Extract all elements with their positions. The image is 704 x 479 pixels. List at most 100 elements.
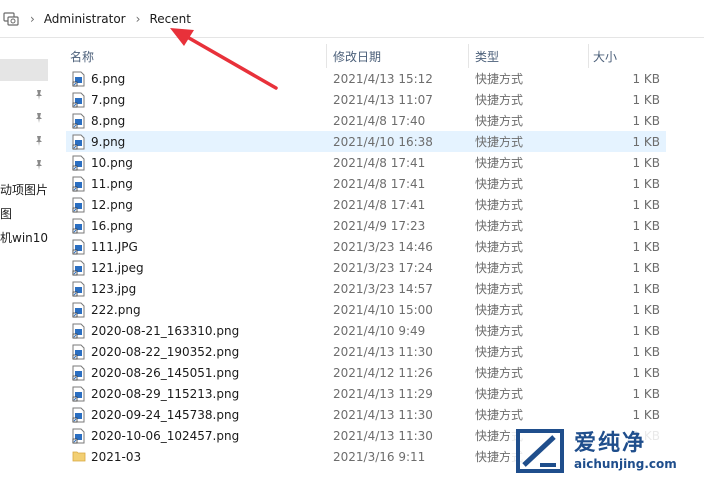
chevron-right-icon[interactable]: › [136, 12, 141, 26]
file-name-cell[interactable]: 12.png [66, 197, 326, 213]
file-row[interactable]: 2020-08-21_163310.png 2021/4/10 9:49 快捷方式 1… [66, 320, 666, 341]
column-header-type[interactable]: 类型 [468, 44, 588, 68]
watermark-brand: 爱纯净 [574, 430, 647, 456]
file-name-cell[interactable]: 111.JPG [66, 239, 326, 255]
file-type: 快捷方式 [475, 198, 524, 212]
file-type: 快捷方式 [475, 177, 524, 191]
file-date: 2021/4/13 15:12 [333, 71, 433, 86]
file-name-cell[interactable]: 8.png [66, 113, 326, 129]
file-name: 2021-03 [91, 449, 142, 464]
file-name: 2020-08-29_115213.png [91, 386, 240, 401]
shortcut-file-icon [72, 344, 85, 360]
file-name: 222.png [91, 302, 141, 317]
file-name: 8.png [91, 113, 126, 128]
file-type: 快捷方式 [475, 345, 524, 359]
file-row[interactable]: 111.JPG 2021/3/23 14:46 快捷方式 1 KB [66, 236, 666, 257]
file-name-cell[interactable]: 9.png [66, 134, 326, 150]
file-size: 1 KB [632, 302, 660, 317]
file-row[interactable]: 12.png 2021/4/8 17:41 快捷方式 1 KB [66, 194, 666, 215]
file-name-cell[interactable]: 2020-10-06_102457.png [66, 428, 326, 444]
file-row[interactable]: 11.png 2021/4/8 17:41 快捷方式 1 KB [66, 173, 666, 194]
file-date: 2021/4/13 11:29 [333, 386, 433, 401]
shortcut-file-icon [72, 176, 85, 192]
shortcut-file-icon [72, 239, 85, 255]
file-date: 2021/4/8 17:41 [333, 155, 426, 170]
file-type: 快捷方式 [475, 240, 524, 254]
column-header-date[interactable]: 修改日期 [326, 44, 468, 68]
file-row[interactable]: 2020-08-26_145051.png 2021/4/12 11:26 快捷方式… [66, 362, 666, 383]
file-row[interactable]: 16.png 2021/4/9 17:23 快捷方式 1 KB [66, 215, 666, 236]
file-type: 快捷方式 [475, 408, 524, 422]
file-row[interactable]: 9.png 2021/4/10 16:38 快捷方式 1 KB [66, 131, 666, 152]
shortcut-file-icon [72, 218, 85, 234]
file-size: 1 KB [632, 134, 660, 149]
file-name-cell[interactable]: 123.jpg [66, 281, 326, 297]
pin-icon[interactable] [33, 112, 45, 124]
file-type: 快捷方式 [475, 114, 524, 128]
column-header-row: 名称 修改日期 类型 大小 [66, 44, 666, 68]
pin-icon[interactable] [33, 89, 45, 101]
watermark-url: aichunjing.com [574, 456, 677, 471]
file-row[interactable]: 2020-08-22_190352.png 2021/4/13 11:30 快捷方式… [66, 341, 666, 362]
file-row[interactable]: 8.png 2021/4/8 17:40 快捷方式 1 KB [66, 110, 666, 131]
file-size: 1 KB [632, 155, 660, 170]
file-name-cell[interactable]: 2020-09-24_145738.png [66, 407, 326, 423]
file-row[interactable]: 6.png 2021/4/13 15:12 快捷方式 1 KB [66, 68, 666, 89]
pin-icon[interactable] [33, 159, 45, 171]
file-name: 2020-08-22_190352.png [91, 344, 240, 359]
column-header-size[interactable]: 大小 [588, 44, 666, 68]
shortcut-file-icon [72, 386, 85, 402]
file-type: 快捷方式 [475, 261, 524, 275]
file-name-cell[interactable]: 2020-08-26_145051.png [66, 365, 326, 381]
file-size: 1 KB [632, 386, 660, 401]
file-name: 10.png [91, 155, 133, 170]
file-name: 11.png [91, 176, 133, 191]
file-name-cell[interactable]: 121.jpeg [66, 260, 326, 276]
file-size: 1 KB [632, 71, 660, 86]
nav-item-label[interactable]: 启动项图片 [0, 181, 48, 198]
shortcut-file-icon [72, 155, 85, 171]
file-size: 1 KB [632, 218, 660, 233]
brand-logo-icon [516, 428, 564, 473]
file-type: 快捷方式 [475, 303, 524, 317]
nav-item-selected[interactable] [0, 59, 48, 81]
shortcut-file-icon [72, 428, 85, 444]
file-date: 2021/3/23 14:46 [333, 239, 433, 254]
file-name-cell[interactable]: 16.png [66, 218, 326, 234]
file-name: 2020-10-06_102457.png [91, 428, 240, 443]
chevron-right-icon[interactable]: › [30, 12, 35, 26]
file-date: 2021/4/12 11:26 [333, 365, 433, 380]
file-type: 快捷方式 [475, 156, 524, 170]
file-size: 1 KB [632, 197, 660, 212]
pin-icon[interactable] [33, 135, 45, 147]
address-bar[interactable]: › Administrator › Recent [0, 0, 704, 38]
shortcut-file-icon [72, 197, 85, 213]
file-date: 2021/4/8 17:41 [333, 197, 426, 212]
file-date: 2021/4/10 16:38 [333, 134, 433, 149]
file-row[interactable]: 222.png 2021/4/10 15:00 快捷方式 1 KB [66, 299, 666, 320]
file-name-cell[interactable]: 10.png [66, 155, 326, 171]
file-name-cell[interactable]: 2020-08-22_190352.png [66, 344, 326, 360]
file-rows: 6.png 2021/4/13 15:12 快捷方式 1 KB 7.png 2021/4/… [66, 68, 666, 467]
file-name: 7.png [91, 92, 126, 107]
file-row[interactable]: 121.jpeg 2021/3/23 17:24 快捷方式 1 KB [66, 257, 666, 278]
file-type: 快捷方式 [475, 219, 524, 233]
nav-item-label[interactable]: 截图 [0, 205, 12, 222]
file-name-cell[interactable]: 2020-08-21_163310.png [66, 323, 326, 339]
file-name: 2020-09-24_145738.png [91, 407, 240, 422]
file-type: 快捷方式 [475, 93, 524, 107]
shortcut-file-icon [72, 134, 85, 150]
file-row[interactable]: 2020-08-29_115213.png 2021/4/13 11:29 快捷方式… [66, 383, 666, 404]
file-row[interactable]: 7.png 2021/4/13 11:07 快捷方式 1 KB [66, 89, 666, 110]
file-name-cell[interactable]: 222.png [66, 302, 326, 318]
file-name-cell[interactable]: 2020-08-29_115213.png [66, 386, 326, 402]
annotation-arrow-icon [170, 28, 278, 90]
file-name-cell[interactable]: 2021-03 [66, 449, 326, 465]
navigation-pane: 启动项图片 截图 装机win10 夹 [0, 38, 50, 479]
nav-item-label[interactable]: 装机win10 [0, 229, 48, 246]
file-name-cell[interactable]: 11.png [66, 176, 326, 192]
file-row[interactable]: 10.png 2021/4/8 17:41 快捷方式 1 KB [66, 152, 666, 173]
file-size: 1 KB [632, 113, 660, 128]
breadcrumb-administrator[interactable]: Administrator [44, 12, 126, 26]
file-row[interactable]: 123.jpg 2021/3/23 14:57 快捷方式 1 KB [66, 278, 666, 299]
